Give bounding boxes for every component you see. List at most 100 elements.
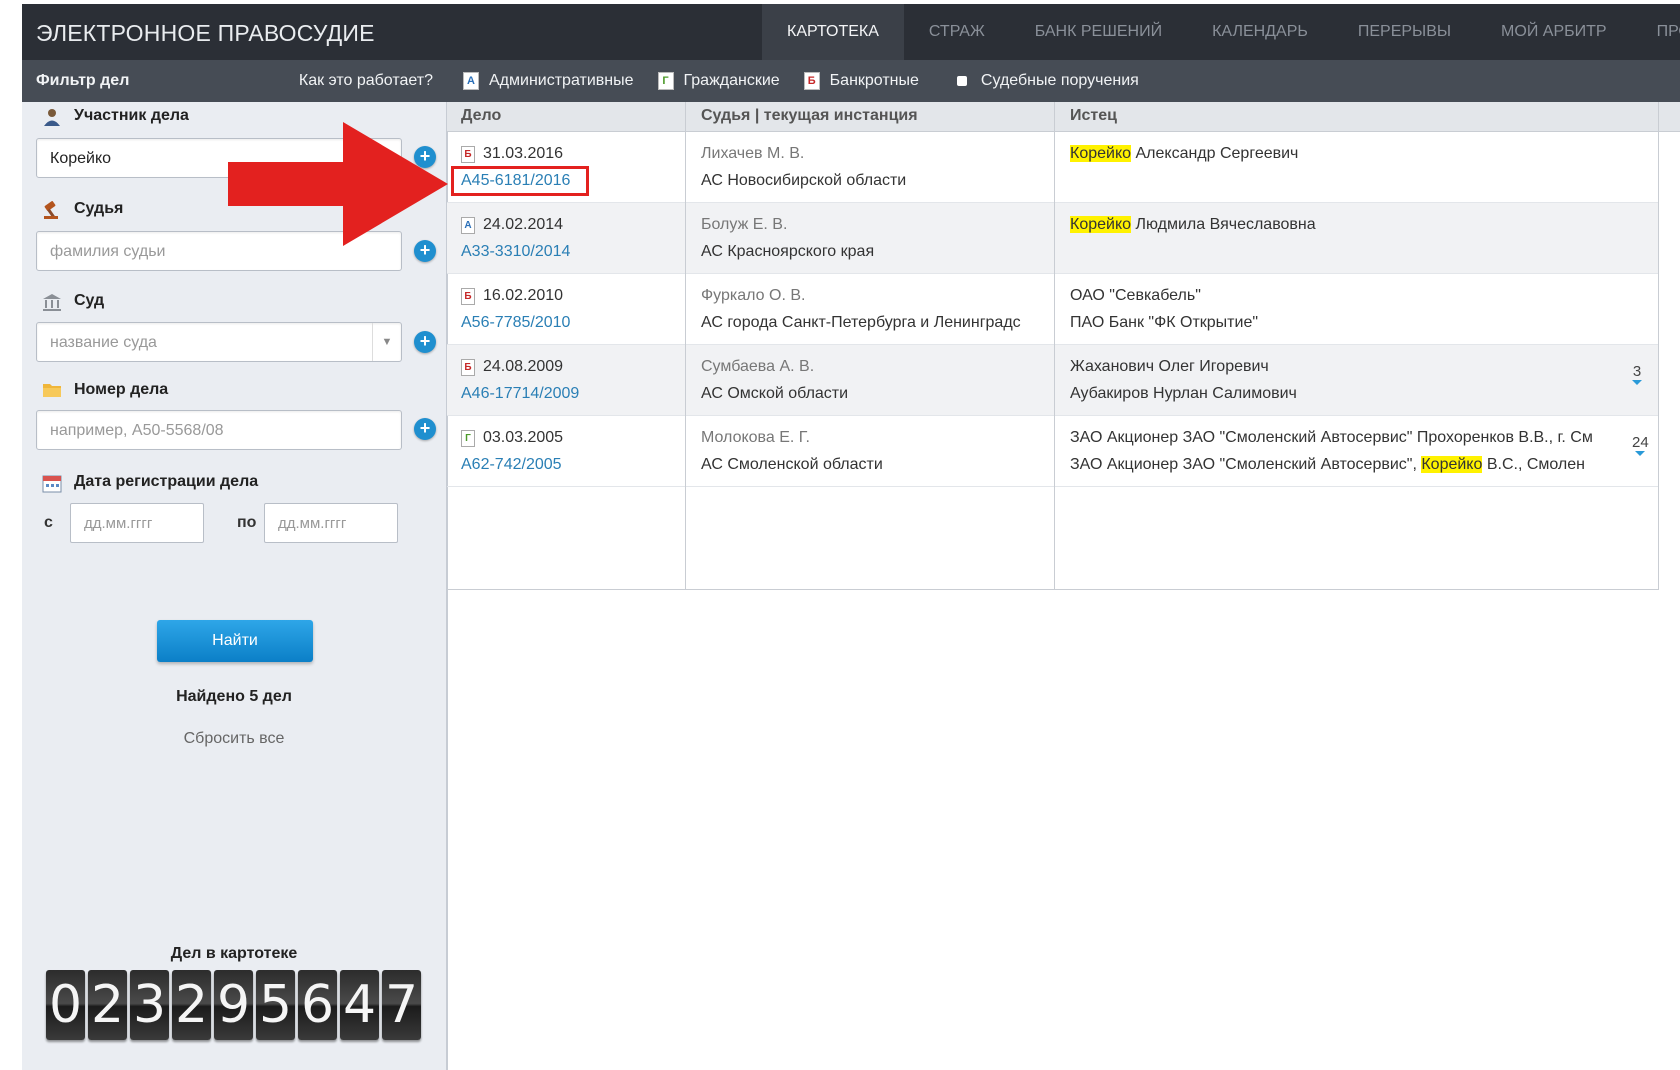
chevron-down-icon[interactable]: ▼ <box>372 323 401 361</box>
page-edge <box>0 0 22 1070</box>
type-bankrupt-label: Банкротные <box>829 72 919 89</box>
case-number-link[interactable]: А62-742/2005 <box>461 456 562 474</box>
table-row[interactable]: Г 03.03.2005 А62-742/2005 Молокова Е. Г. … <box>447 416 1658 487</box>
reg-date-label-text: Дата регистрации дела <box>74 473 259 490</box>
court-name: АС Красноярского края <box>701 243 875 260</box>
site-brand[interactable]: ЭЛЕКТРОННОЕ ПРАВОСУДИЕ <box>36 20 375 47</box>
judge-name: Лихачев М. В. <box>701 145 805 162</box>
counter-digit: 7 <box>382 970 421 1040</box>
case-date-text: 03.03.2005 <box>483 429 564 446</box>
date-to-label: по <box>237 514 257 531</box>
case-number-label: Номер дела <box>42 381 168 399</box>
nav-strazh[interactable]: СТРАЖ <box>904 4 1010 60</box>
plaintiff-name: Корейко Александр Сергеевич <box>1070 145 1298 163</box>
participant-label-text: Участник дела <box>74 107 189 124</box>
civil-case-icon: Г <box>461 429 475 447</box>
nav-my-arbiter[interactable]: МОЙ АРБИТР <box>1476 4 1632 60</box>
nav-bank-decisions[interactable]: БАНК РЕШЕНИЙ <box>1010 4 1187 60</box>
counter-digit: 6 <box>298 970 337 1040</box>
case-date-text: 24.02.2014 <box>483 216 564 233</box>
table-bottom-border <box>447 589 1659 590</box>
case-number-label-text: Номер дела <box>74 381 169 398</box>
admin-case-icon: А <box>461 216 475 234</box>
cases-counter: 0 2 3 2 9 5 6 4 7 <box>46 970 424 1040</box>
case-type-bar: А Административные Г Гражданские Б Банкр… <box>447 60 1680 102</box>
find-button[interactable]: Найти <box>157 620 313 662</box>
reg-date-label: Дата регистрации дела <box>42 473 259 493</box>
judge-label-text: Судья <box>74 200 124 217</box>
col-case[interactable]: Дело <box>461 107 501 125</box>
judge-name: Сумбаева А. В. <box>701 358 815 375</box>
nav-breaks[interactable]: ПЕРЕРЫВЫ <box>1333 4 1476 60</box>
how-it-works-link[interactable]: Как это работает? <box>299 72 433 90</box>
plaintiff-name: ЗАО Акционер ЗАО "Смоленский Автосервис"… <box>1070 456 1585 474</box>
nav-kartoteka[interactable]: КАРТОТЕКА <box>762 4 904 60</box>
type-bankrupt-filter[interactable]: Б Банкротные <box>803 72 919 90</box>
table-header: Дело Судья | текущая инстанция Истец <box>447 102 1680 132</box>
col-plaintiff[interactable]: Истец <box>1070 107 1117 125</box>
court-name: АС Омской области <box>701 385 849 402</box>
counter-digit: 0 <box>46 970 85 1040</box>
more-plaintiffs-count: 3 <box>1632 363 1642 380</box>
plaintiff-name-pre: ЗАО Акционер ЗАО "Смоленский Автосервис"… <box>1070 456 1422 473</box>
counter-digit: 2 <box>88 970 127 1040</box>
case-date-text: 31.03.2016 <box>483 145 564 162</box>
col-judge[interactable]: Судья | текущая инстанция <box>701 107 918 125</box>
column-divider <box>685 102 686 590</box>
table-row[interactable]: А 24.02.2014 А33-3310/2014 Болуж Е. В. АС… <box>447 203 1658 274</box>
nav-calendar[interactable]: КАЛЕНДАРЬ <box>1187 4 1333 60</box>
orders-checkbox[interactable] <box>956 76 967 86</box>
court-label-text: Суд <box>74 292 105 309</box>
search-highlight: Корейко <box>1070 216 1132 233</box>
court-name: АС Смоленской области <box>701 456 883 473</box>
search-highlight: Корейко <box>1070 145 1132 162</box>
plaintiff-cell: ЗАО Акционер ЗАО "Смоленский Автосервис"… <box>1067 416 1625 486</box>
counter-digit: 2 <box>172 970 211 1040</box>
table-row[interactable]: Б 16.02.2010 А56-7785/2010 Фуркало О. В. … <box>447 274 1658 345</box>
main-nav: КАРТОТЕКА СТРАЖ БАНК РЕШЕНИЙ КАЛЕНДАРЬ П… <box>762 4 1680 60</box>
case-number-link[interactable]: А56-7785/2010 <box>461 314 570 332</box>
add-case-number-icon[interactable]: + <box>414 418 436 440</box>
table-row[interactable]: Б 24.08.2009 А46-17714/2009 Сумбаева А. В… <box>447 345 1658 416</box>
counter-digit: 4 <box>340 970 379 1040</box>
bankrupt-case-icon: Б <box>461 358 475 376</box>
type-admin-filter[interactable]: А Административные <box>463 72 634 90</box>
more-plaintiffs-badge[interactable]: 3 <box>1632 363 1642 385</box>
case-date: Б 16.02.2010 <box>461 287 563 305</box>
add-court-icon[interactable]: + <box>414 331 436 353</box>
table-row[interactable]: Б 31.03.2016 А45-6181/2016 Лихачев М. В. … <box>447 132 1658 203</box>
bankrupt-case-icon: Б <box>461 145 475 163</box>
case-number-link[interactable]: А46-17714/2009 <box>461 385 579 403</box>
date-from-label: с <box>44 514 53 531</box>
bankrupt-case-icon: Б <box>803 72 820 90</box>
court-label: Суд <box>42 292 105 311</box>
plaintiff-name-rest: Людмила Вячеславовна <box>1131 216 1316 233</box>
participant-label: Участник дела <box>42 107 189 126</box>
folder-icon <box>42 381 62 399</box>
court-select[interactable]: название суда ▼ <box>36 322 402 362</box>
case-number-link[interactable]: А33-3310/2014 <box>461 243 570 261</box>
plaintiff-name: ОАО "Севкабель" <box>1070 287 1201 304</box>
type-orders-filter[interactable]: Судебные поручения <box>956 72 1139 90</box>
judge-name: Молокова Е. Г. <box>701 429 810 446</box>
more-plaintiffs-badge[interactable]: 24 <box>1632 434 1649 456</box>
nav-more[interactable]: ПРО <box>1632 4 1680 60</box>
bankrupt-case-icon: Б <box>461 287 475 305</box>
admin-case-icon: А <box>463 72 479 90</box>
column-divider <box>1054 102 1055 590</box>
cases-counter-label: Дел в картотеке <box>170 945 298 962</box>
plaintiff-name: ПАО Банк "ФК Открытие" <box>1070 314 1259 331</box>
type-civil-filter[interactable]: Г Гражданские <box>657 72 780 90</box>
judge-name: Болуж Е. В. <box>701 216 788 233</box>
column-divider <box>1658 102 1659 590</box>
date-to-input[interactable]: дд.мм.гггг <box>264 503 398 543</box>
expand-down-icon <box>1632 380 1642 385</box>
case-number-input[interactable]: например, А50-5568/08 <box>36 410 402 450</box>
type-admin-label: Административные <box>489 72 634 89</box>
reset-all-link[interactable]: Сбросить все <box>22 730 446 748</box>
case-date: А 24.02.2014 <box>461 216 563 234</box>
gavel-icon <box>42 200 62 219</box>
type-orders-label: Судебные поручения <box>980 72 1139 89</box>
counter-digit: 9 <box>214 970 253 1040</box>
date-from-input[interactable]: дд.мм.гггг <box>70 503 204 543</box>
